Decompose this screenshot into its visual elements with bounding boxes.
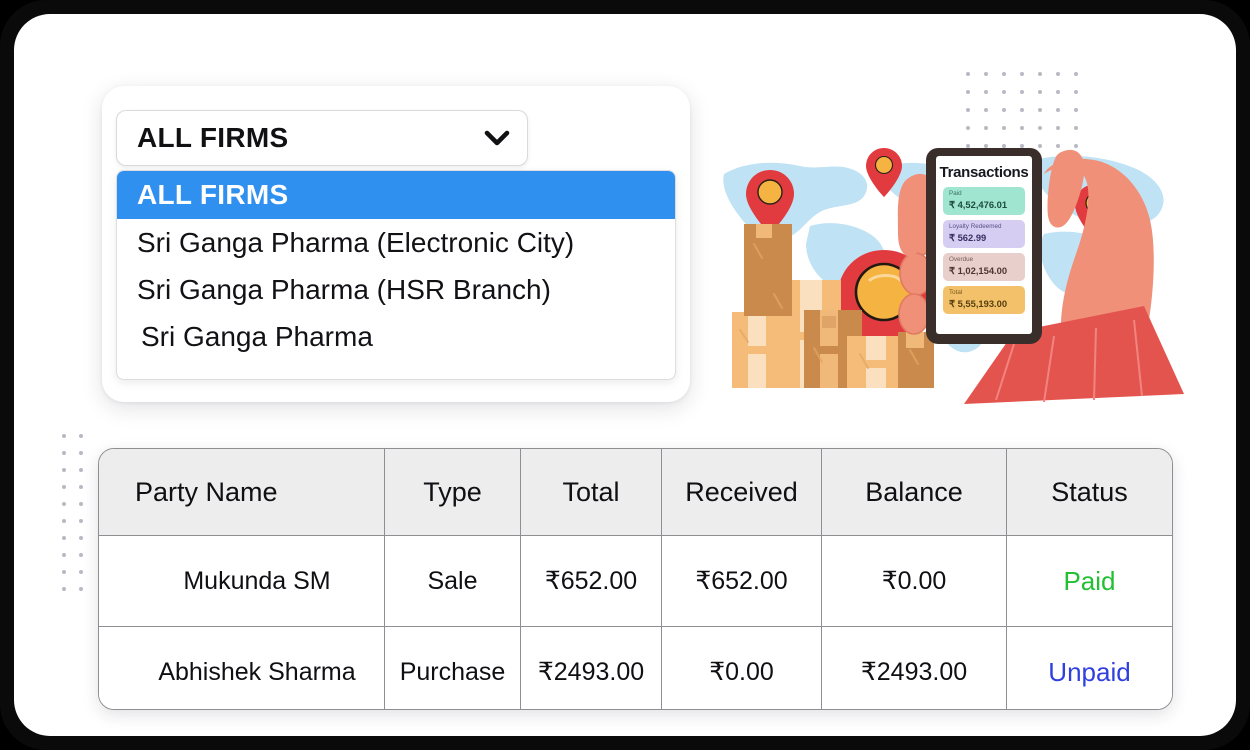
- cell-received: ₹0.00: [661, 626, 822, 709]
- phone-summary-card: Overdue ₹ 1,02,154.00: [943, 253, 1025, 281]
- firm-select-value: ALL FIRMS: [137, 122, 289, 153]
- firm-select-box[interactable]: ALL FIRMS: [116, 110, 528, 166]
- column-header-type: Type: [384, 449, 521, 536]
- column-header-received: Received: [661, 449, 822, 536]
- phone-screen: Transactions Paid ₹ 4,52,476.01 Loyalty Re…: [936, 156, 1032, 334]
- phone-summary-card-label: Loyalty Redeemed: [949, 223, 1002, 230]
- status-badge-paid: Paid: [1063, 565, 1116, 596]
- table-row[interactable]: Mukunda SM Sale ₹652.00 ₹652.00 ₹0.00 Pa…: [99, 535, 1172, 627]
- cell-type: Sale: [384, 535, 521, 627]
- cell-balance: ₹2493.00: [821, 626, 1007, 709]
- chevron-down-icon[interactable]: [483, 129, 511, 147]
- phone-summary-card-value: ₹ 562.99: [949, 232, 987, 243]
- firm-option-sri-ganga-pharma[interactable]: Sri Ganga Pharma: [117, 313, 675, 360]
- firm-option-hsr-branch[interactable]: Sri Ganga Pharma (HSR Branch): [117, 266, 675, 313]
- cell-party-name: Mukunda SM: [99, 535, 385, 627]
- cell-status: Unpaid: [1006, 626, 1172, 709]
- phone-summary-card: Loyalty Redeemed ₹ 562.99: [943, 220, 1025, 248]
- column-header-balance: Balance: [821, 449, 1007, 536]
- column-header-total: Total: [520, 449, 662, 536]
- phone-summary-card-value: ₹ 5,55,193.00: [949, 298, 1008, 309]
- phone-screen-title: Transactions: [939, 164, 1029, 181]
- firm-options-list[interactable]: ALL FIRMS Sri Ganga Pharma (Electronic C…: [116, 170, 676, 380]
- cell-total: ₹2493.00: [520, 626, 662, 709]
- column-header-party-name: Party Name: [99, 449, 385, 536]
- cell-total: ₹652.00: [520, 535, 662, 627]
- phone-summary-cards: Paid ₹ 4,52,476.01 Loyalty Redeemed ₹ 562.9…: [936, 187, 1032, 314]
- transactions-table: Party Name Type Total Received Balance S…: [98, 448, 1173, 710]
- firm-option-electronic-city[interactable]: Sri Ganga Pharma (Electronic City): [117, 219, 675, 266]
- cell-balance: ₹0.00: [821, 535, 1007, 627]
- phone-summary-card-value: ₹ 4,52,476.01: [949, 199, 1008, 210]
- cell-status: Paid: [1006, 535, 1172, 627]
- table-header-row: Party Name Type Total Received Balance S…: [99, 449, 1172, 536]
- phone-summary-card: Total ₹ 5,55,193.00: [943, 286, 1025, 314]
- phone-summary-card-label: Overdue: [949, 256, 974, 263]
- cell-type: Purchase: [384, 626, 521, 709]
- column-header-status: Status: [1006, 449, 1172, 536]
- phone-summary-card-label: Total: [949, 289, 963, 296]
- cell-received: ₹652.00: [661, 535, 822, 627]
- page-card: ALL FIRMS ALL FIRMS Sri Ganga Pharma (El…: [14, 14, 1236, 736]
- status-badge-unpaid: Unpaid: [1048, 656, 1131, 687]
- cell-party-name: Abhishek Sharma: [99, 626, 385, 709]
- firm-option-all-firms[interactable]: ALL FIRMS: [117, 171, 675, 219]
- phone-summary-card-label: Paid: [949, 190, 962, 197]
- table-row[interactable]: Abhishek Sharma Purchase ₹2493.00 ₹0.00 …: [99, 626, 1172, 709]
- phone-summary-card-value: ₹ 1,02,154.00: [949, 265, 1008, 276]
- device-frame: ALL FIRMS ALL FIRMS Sri Ganga Pharma (El…: [0, 0, 1250, 750]
- phone-summary-card: Paid ₹ 4,52,476.01: [943, 187, 1025, 215]
- global-transactions-illustration: Transactions Paid ₹ 4,52,476.01 Loyalty Re…: [714, 134, 1194, 414]
